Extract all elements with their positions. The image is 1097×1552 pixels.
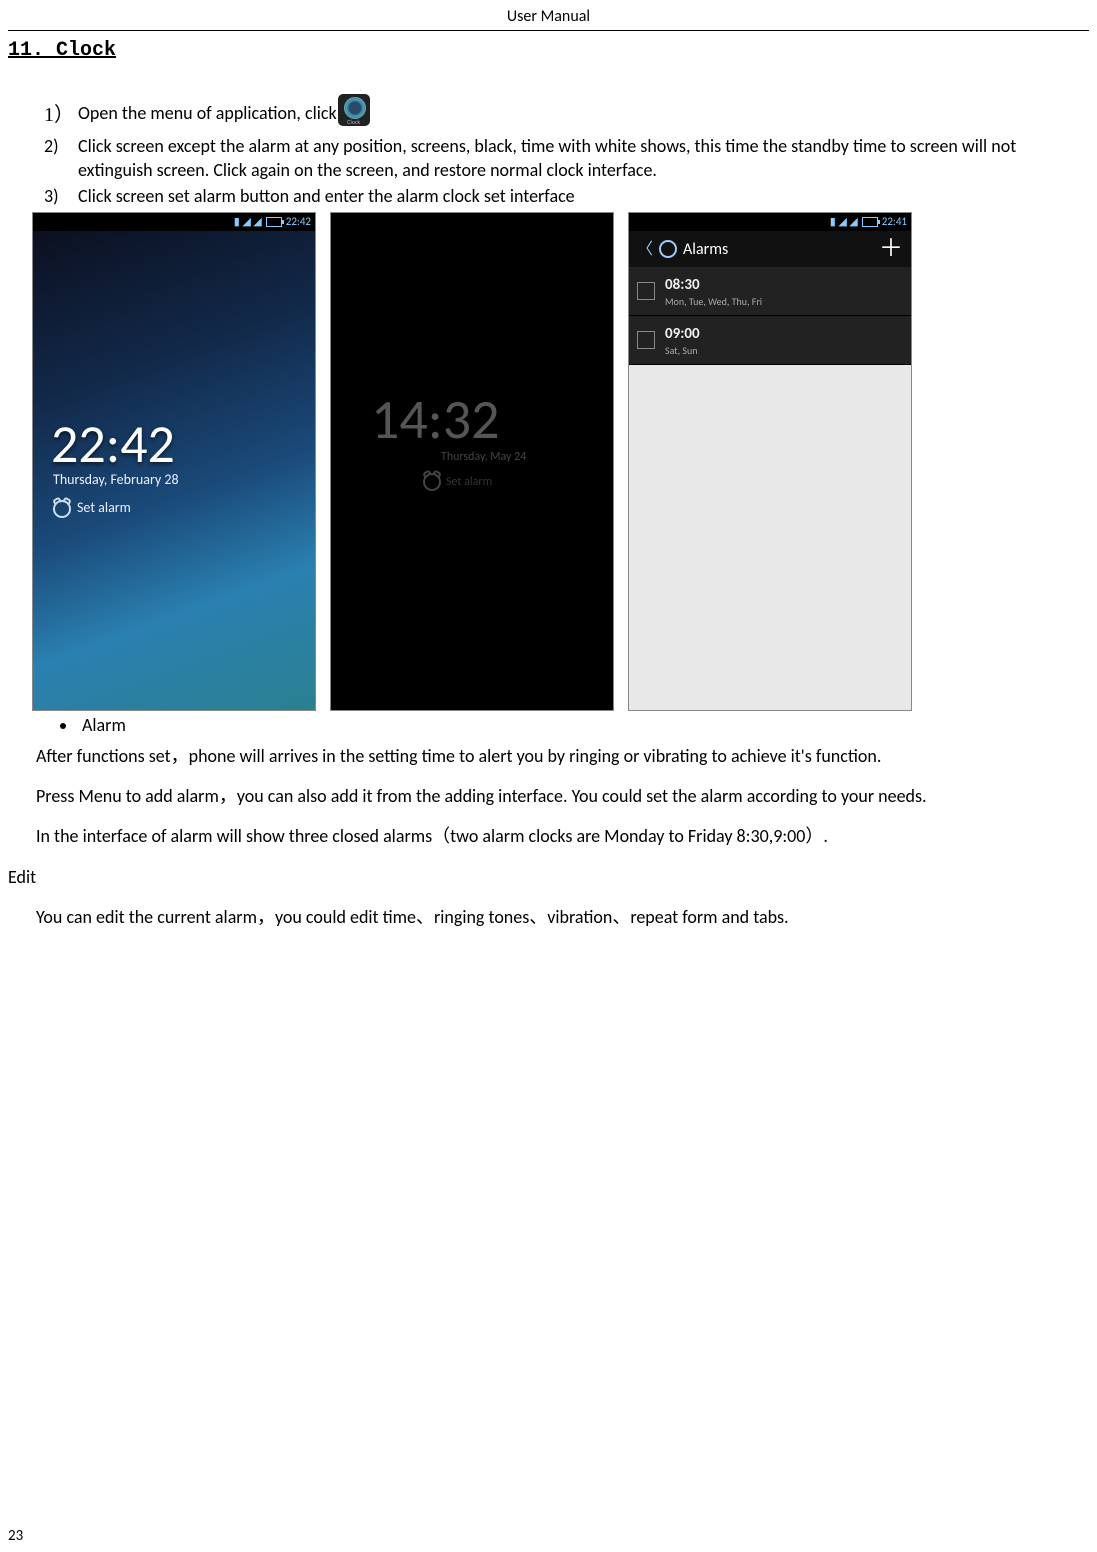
spacer: [8, 945, 1089, 1445]
page-header: User Manual: [8, 0, 1089, 30]
alarm-icon: [53, 500, 71, 518]
list-item-text: Click screen except the alarm at any pos…: [78, 135, 1016, 181]
set-alarm-label: Set alarm: [77, 499, 131, 518]
edit-heading: Edit: [8, 865, 1089, 889]
clock-time: 22:42: [51, 408, 175, 481]
set-alarm-button[interactable]: Set alarm: [53, 499, 131, 518]
header-rule: [8, 30, 1089, 31]
checkbox-icon[interactable]: [637, 282, 655, 300]
paragraph: After functions set，phone will arrives i…: [36, 744, 1089, 768]
phone-screenshot-clock-color: ▮ ◢ ◢ 22:42 22:42 Thursday, February 28 …: [32, 212, 316, 711]
checkbox-icon[interactable]: [637, 331, 655, 349]
status-bar: ▮ ◢ ◢ 22:41: [629, 213, 911, 231]
clock-date: Thursday, February 28: [53, 471, 179, 490]
status-bar: [331, 213, 613, 231]
back-icon[interactable]: 〈: [637, 239, 653, 261]
wallpaper-black: [331, 231, 613, 710]
clock-app-icon: [338, 94, 370, 126]
status-time: 22:42: [286, 215, 311, 230]
list-item-2: 2) Click screen except the alarm at any …: [44, 134, 1089, 183]
alarm-row[interactable]: 09:00 Sat, Sun: [629, 316, 911, 365]
bullet-alarm: Alarm: [78, 713, 1089, 737]
status-time: 22:41: [882, 215, 907, 230]
list-marker: 1）: [44, 102, 74, 129]
signal-icon: ▮ ◢ ◢: [234, 215, 262, 230]
alarms-title: Alarms: [683, 239, 728, 261]
list-item-text: Click screen set alarm button and enter …: [78, 185, 575, 207]
set-alarm-button[interactable]: Set alarm: [423, 473, 492, 491]
alarm-time: 09:00: [665, 324, 700, 344]
list-item-text: Open the menu of application, click: [78, 101, 337, 125]
clock-icon: [659, 240, 677, 258]
add-alarm-icon[interactable]: ＋: [879, 233, 903, 265]
phone-screenshot-clock-dim: 14:32 Thursday, May 24 Set alarm: [330, 212, 614, 711]
battery-icon: [862, 217, 878, 227]
set-alarm-label: Set alarm: [446, 474, 492, 490]
list-marker: 2): [44, 134, 59, 158]
list-item-1: 1） Open the menu of application, click: [44, 94, 1089, 132]
paragraph: Press Menu to add alarm，you can also add…: [36, 784, 1089, 808]
alarms-titlebar: 〈 Alarms ＋: [629, 231, 911, 267]
alarm-row[interactable]: 08:30 Mon, Tue, Wed, Thu, Fri: [629, 267, 911, 316]
phone-screenshot-alarm-list: ▮ ◢ ◢ 22:41 〈 Alarms ＋ 08:30 Mon, Tue, W…: [628, 212, 912, 711]
clock-time: 14:32: [371, 383, 500, 459]
paragraph: You can edit the current alarm，you could…: [36, 905, 1089, 929]
numbered-list: 1） Open the menu of application, click 2…: [44, 94, 1089, 209]
section-title: 11. Clock: [8, 37, 1089, 64]
screenshots-row: ▮ ◢ ◢ 22:42 22:42 Thursday, February 28 …: [32, 212, 1089, 711]
page-number: 23: [8, 1526, 23, 1546]
paragraph: In the interface of alarm will show thre…: [36, 824, 1089, 848]
alarm-icon: [423, 473, 441, 491]
bullet-list: Alarm: [78, 713, 1089, 737]
status-bar: ▮ ◢ ◢ 22:42: [33, 213, 315, 231]
alarm-time: 08:30: [665, 275, 762, 295]
clock-date: Thursday, May 24: [441, 449, 526, 465]
list-marker: 3): [44, 184, 59, 208]
alarm-days: Sat, Sun: [665, 344, 700, 358]
list-item-3: 3) Click screen set alarm button and ent…: [44, 184, 1089, 208]
battery-icon: [266, 217, 282, 227]
alarm-days: Mon, Tue, Wed, Thu, Fri: [665, 295, 762, 309]
signal-icon: ▮ ◢ ◢: [830, 215, 858, 230]
